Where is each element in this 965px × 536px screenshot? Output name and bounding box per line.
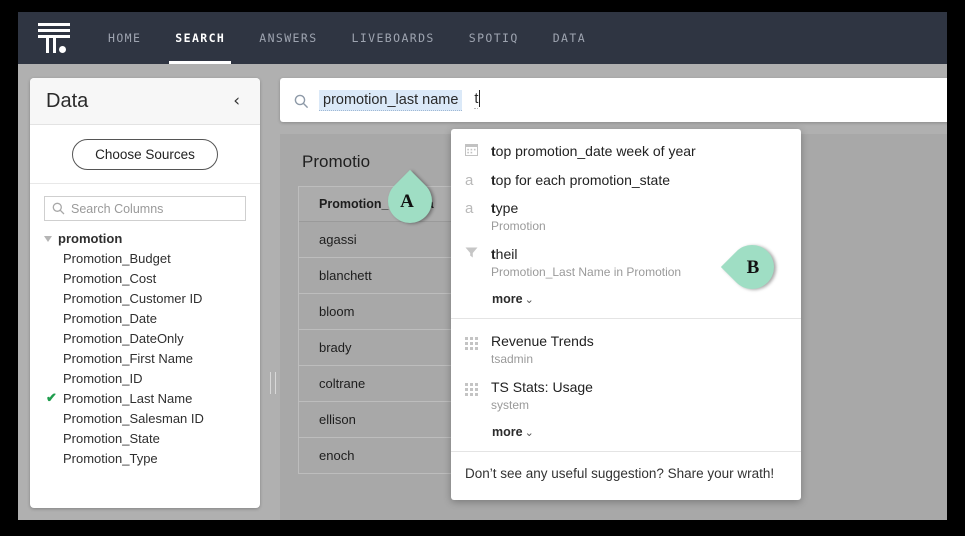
more-label: more xyxy=(492,425,523,439)
callout-label: A xyxy=(384,179,430,225)
caret-down-icon xyxy=(44,236,52,242)
thoughtspot-logo-icon[interactable] xyxy=(32,18,76,58)
suggestion-title: top for each promotion_state xyxy=(491,171,789,189)
suggestion-item[interactable]: a top for each promotion_state xyxy=(451,166,801,194)
suggestion-rest: op for each promotion_state xyxy=(496,172,670,188)
choose-sources-row: Choose Sources xyxy=(30,125,260,184)
column-label: Promotion_Customer ID xyxy=(63,291,202,306)
search-icon xyxy=(52,202,65,215)
feedback-prompt[interactable]: Don’t see any useful suggestion? Share y… xyxy=(451,452,801,500)
column-label: Promotion_Budget xyxy=(63,251,171,266)
suggestion-title: top promotion_date week of year xyxy=(491,142,789,160)
search-suggestions-dropdown: top promotion_date week of year a top fo… xyxy=(451,129,801,500)
calendar-icon xyxy=(465,142,491,161)
search-token-chip[interactable]: promotion_last name xyxy=(319,90,462,111)
object-title: TS Stats: Usage xyxy=(491,378,789,396)
object-subtitle: system xyxy=(491,397,789,414)
letter-a-icon: a xyxy=(465,199,491,217)
column-item[interactable]: Promotion_Budget xyxy=(30,248,260,268)
column-item[interactable]: Promotion_Cost xyxy=(30,268,260,288)
suggestion-rest: ype xyxy=(496,200,519,216)
nav-item-liveboards[interactable]: LIVEBOARDS xyxy=(346,12,441,64)
letter-a-icon: a xyxy=(465,171,491,189)
object-subtitle: tsadmin xyxy=(491,351,789,368)
suggestion-item[interactable]: top promotion_date week of year xyxy=(451,137,801,166)
nav-item-answers[interactable]: ANSWERS xyxy=(253,12,323,64)
callout-marker-b: B xyxy=(726,245,778,292)
suggestion-title: type xyxy=(491,199,789,217)
filter-icon xyxy=(465,245,491,264)
callout-marker-a: A xyxy=(386,179,438,226)
nav-item-home[interactable]: HOME xyxy=(102,12,147,64)
column-label: Promotion_ID xyxy=(63,371,142,386)
column-label: Promotion_State xyxy=(63,431,160,446)
suggestion-subtitle: Promotion xyxy=(491,218,789,235)
checkmark-icon: ✔ xyxy=(46,390,57,406)
column-item[interactable]: Promotion_Customer ID xyxy=(30,288,260,308)
column-label: Promotion_First Name xyxy=(63,351,193,366)
column-item[interactable]: Promotion_Date xyxy=(30,308,260,328)
columns-list: promotion Promotion_Budget Promotion_Cos… xyxy=(30,225,260,468)
suggestion-item[interactable]: a type Promotion xyxy=(451,194,801,240)
object-item[interactable]: Revenue Trends tsadmin xyxy=(451,327,801,373)
search-columns-row: Search Columns xyxy=(30,184,260,225)
grid-icon xyxy=(465,378,491,396)
column-item[interactable]: Promotion_State xyxy=(30,428,260,448)
column-group-promotion[interactable]: promotion xyxy=(30,229,260,248)
more-objects-button[interactable]: more⌄ xyxy=(451,419,801,445)
column-item[interactable]: Promotion_First Name xyxy=(30,348,260,368)
column-label: Promotion_Last Name xyxy=(63,391,192,406)
search-bar[interactable]: promotion_last name t xyxy=(280,78,947,122)
search-columns-placeholder: Search Columns xyxy=(71,202,163,216)
column-item[interactable]: Promotion_Type xyxy=(30,448,260,468)
nav-item-search[interactable]: SEARCH xyxy=(169,12,231,64)
objects-section: Revenue Trends tsadmin TS Stats: Usage s… xyxy=(451,319,801,451)
grid-icon xyxy=(465,332,491,350)
column-item[interactable]: Promotion_DateOnly xyxy=(30,328,260,348)
suggestion-rest: op promotion_date week of year xyxy=(496,143,696,159)
sidebar-resize-handle[interactable] xyxy=(266,362,280,402)
top-navigation-bar: HOME SEARCH ANSWERS LIVEBOARDS SPOTIQ DA… xyxy=(18,12,947,64)
column-label: Promotion_Type xyxy=(63,451,158,466)
suggestion-rest: heil xyxy=(496,246,518,262)
column-item-selected[interactable]: ✔ Promotion_Last Name xyxy=(30,388,260,408)
callout-label: B xyxy=(730,245,776,291)
nav-item-spotiq[interactable]: SPOTIQ xyxy=(463,12,525,64)
more-label: more xyxy=(492,292,523,306)
column-label: Promotion_Date xyxy=(63,311,157,326)
object-title: Revenue Trends xyxy=(491,332,789,350)
search-input-text[interactable]: t xyxy=(474,91,478,109)
chevron-left-icon[interactable]: ‹ xyxy=(229,91,244,111)
search-columns-input[interactable]: Search Columns xyxy=(44,196,246,221)
chevron-down-icon: ⌄ xyxy=(525,294,534,306)
choose-sources-button[interactable]: Choose Sources xyxy=(72,139,218,170)
column-item[interactable]: Promotion_Salesman ID xyxy=(30,408,260,428)
chevron-down-icon: ⌄ xyxy=(525,427,534,439)
sidebar-header: Data ‹ xyxy=(30,78,260,125)
page-title: Data xyxy=(46,90,229,113)
column-label: Promotion_DateOnly xyxy=(63,331,184,346)
column-group-label: promotion xyxy=(58,231,122,246)
main-content: promotion_last name t Promotio Promotion… xyxy=(280,78,947,520)
object-item[interactable]: TS Stats: Usage system xyxy=(451,373,801,419)
data-sidebar-panel: Data ‹ Choose Sources Search Columns pro… xyxy=(30,78,260,508)
search-icon xyxy=(294,94,309,109)
column-label: Promotion_Salesman ID xyxy=(63,411,204,426)
nav-item-data[interactable]: DATA xyxy=(547,12,592,64)
column-item[interactable]: Promotion_ID xyxy=(30,368,260,388)
app-window: HOME SEARCH ANSWERS LIVEBOARDS SPOTIQ DA… xyxy=(18,12,947,520)
column-label: Promotion_Cost xyxy=(63,271,156,286)
